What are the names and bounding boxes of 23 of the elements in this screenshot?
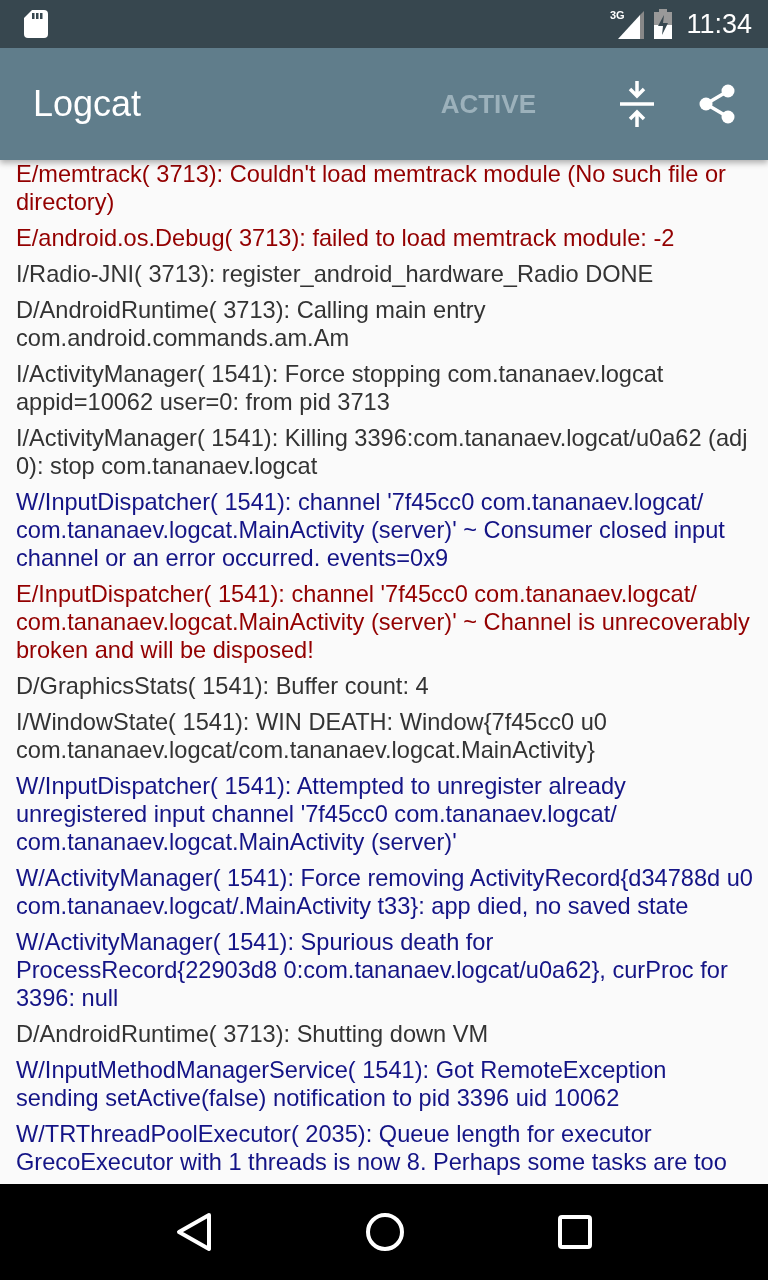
log-entry: W/ActivityManager( 1541): Spurious death for ProcessRecord{22903d8 0:com.tananaev.logcat/u0a62}, curProc for 3396: null bbox=[16, 928, 729, 1012]
log-entry: W/InputDispatcher( 1541): Attempted to unregister already unregistered input channel '7f45cc0 com.tananaev.logcat/ com.tananaev.logcat.MainActivity (server)' bbox=[16, 772, 627, 856]
log-entry: E/memtrack( 3713): Couldn't load memtrack module (No such file or directory) bbox=[16, 160, 727, 216]
log-entry: I/Radio-JNI( 3713): register_android_hardware_Radio DONE bbox=[16, 260, 655, 288]
log-entry: D/AndroidRuntime( 3713): Shutting down VM bbox=[16, 1020, 490, 1048]
log-entry: E/InputDispatcher( 1541): channel '7f45cc0 com.tananaev.logcat/ com.tananaev.logcat.MainActivity (server)' ~ Channel is unrecoverably broken and will be disposed! bbox=[16, 580, 751, 664]
log-entry: I/WindowState( 1541): WIN DEATH: Window{7f45cc0 u0 com.tananaev.logcat/com.tananaev.logcat.MainActivity} bbox=[16, 708, 608, 764]
battery-charging-icon bbox=[654, 9, 673, 39]
sd-card-icon bbox=[24, 10, 48, 38]
log-entry: W/InputMethodManagerService( 1541): Got RemoteException sending setActive(false) notification to pid 3396 uid 10062 bbox=[16, 1056, 668, 1112]
home-icon[interactable] bbox=[365, 1212, 405, 1252]
clock-time: 11:34 bbox=[686, 8, 752, 40]
log-entry: D/GraphicsStats( 1541): Buffer count: 4 bbox=[16, 672, 430, 700]
log-entry: W/InputDispatcher( 1541): channel '7f45cc0 com.tananaev.logcat/ com.tananaev.logcat.MainActivity (server)' ~ Consumer closed input channel or an error occurred. events=0x9 bbox=[16, 488, 726, 572]
log-entry: D/AndroidRuntime( 3713): Calling main entry com.android.commands.am.Am bbox=[16, 296, 487, 352]
back-icon[interactable] bbox=[176, 1212, 213, 1252]
log-entry: I/ActivityManager( 1541): Killing 3396:com.tananaev.logcat/u0a62 (adj 0): stop com.tananaev.logcat bbox=[16, 424, 749, 480]
log-entry: W/ActivityManager( 1541): Force removing ActivityRecord{d34788d u0 com.tananaev.logcat/.MainActivity t33}: app died, no saved state bbox=[16, 864, 754, 920]
app-title: Logcat bbox=[33, 83, 143, 125]
log-entry: I/ActivityManager( 1541): Force stopping com.tananaev.logcat appid=10062 user=0: from pid 3713 bbox=[16, 360, 665, 416]
recents-icon[interactable] bbox=[557, 1215, 592, 1249]
log-entry: W/TRThreadPoolExecutor( 2035): Queue length for executor GrecoExecutor with 1 threads is now 8. Perhaps some tasks are too bbox=[16, 1120, 728, 1176]
log-entry: E/android.os.Debug( 3713): failed to load memtrack module: -2 bbox=[16, 224, 676, 252]
